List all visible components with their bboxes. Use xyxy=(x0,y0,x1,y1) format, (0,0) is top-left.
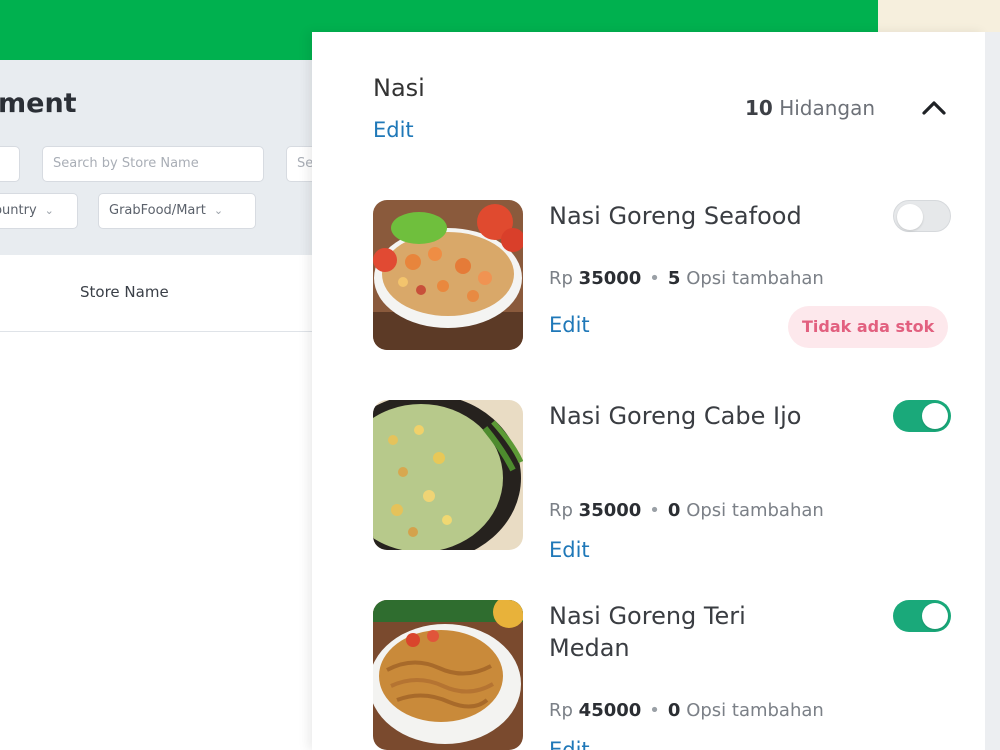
channel-filter[interactable]: GrabFood/Mart ⌄ xyxy=(98,193,256,229)
dish-name: Nasi Goreng Seafood xyxy=(549,202,802,230)
edit-dish-link[interactable]: Edit xyxy=(549,313,590,337)
dish-photo xyxy=(373,400,523,550)
search-input-partial[interactable] xyxy=(0,146,20,182)
availability-toggle[interactable] xyxy=(893,400,951,432)
out-of-stock-badge: Tidak ada stok xyxy=(788,306,949,348)
chevron-up-icon xyxy=(922,101,946,115)
column-store-name: Store Name xyxy=(80,283,169,301)
option-count: 5 xyxy=(667,268,681,289)
dish-count: 10 Hidangan xyxy=(745,96,875,120)
dish-item: Nasi Goreng Teri Medan Rp 45000 • 0 Opsi t… xyxy=(312,600,985,750)
dish-price: 45000 xyxy=(578,700,642,721)
dish-count-number: 10 xyxy=(745,96,773,120)
store-management-page: ment Search by Store Name Se Country⌄ Gr… xyxy=(0,60,346,750)
dish-meta: Rp 35000 • 0 Opsi tambahan xyxy=(549,500,824,521)
availability-toggle[interactable] xyxy=(893,600,951,632)
currency: Rp xyxy=(549,700,573,721)
dish-name: Nasi Goreng Cabe Ijo xyxy=(549,402,802,430)
chevron-down-icon: ⌄ xyxy=(44,204,54,217)
edit-dish-link[interactable]: Edit xyxy=(549,538,590,562)
dish-count-label: Hidangan xyxy=(779,96,876,120)
panel-scroll-gutter xyxy=(985,32,1000,750)
option-label: Opsi tambahan xyxy=(686,268,824,289)
chevron-down-icon: ⌄ xyxy=(213,204,224,217)
option-label: Opsi tambahan xyxy=(686,700,824,721)
category-name: Nasi xyxy=(373,74,425,102)
country-filter-label: Country xyxy=(0,203,37,218)
category-detail-panel: Nasi Edit 10 Hidangan Nasi Goreng Seafoo… xyxy=(312,32,985,750)
separator-dot: • xyxy=(649,268,660,289)
header-accent-strip xyxy=(878,0,1000,32)
table-header: Store Name xyxy=(0,255,320,332)
dish-photo xyxy=(373,600,523,750)
separator-dot: • xyxy=(649,700,660,721)
option-label: Opsi tambahan xyxy=(686,500,824,521)
currency: Rp xyxy=(549,500,573,521)
channel-filter-label: GrabFood/Mart xyxy=(109,203,206,218)
collapse-button[interactable] xyxy=(918,92,950,124)
edit-category-link[interactable]: Edit xyxy=(373,118,414,142)
edit-dish-link[interactable]: Edit xyxy=(549,738,590,750)
separator-dot: • xyxy=(649,500,660,521)
currency: Rp xyxy=(549,268,573,289)
dish-name: Nasi Goreng Teri Medan xyxy=(549,602,746,662)
availability-toggle[interactable] xyxy=(893,200,951,232)
dish-item: Nasi Goreng Cabe Ijo Rp 35000 • 0 Opsi tam… xyxy=(312,400,985,570)
page-title: ment xyxy=(0,88,77,119)
filter-header: ment Search by Store Name Se Country⌄ Gr… xyxy=(0,60,346,255)
dish-price: 35000 xyxy=(578,500,642,521)
option-count: 0 xyxy=(667,500,681,521)
toggle-knob xyxy=(922,603,948,629)
toggle-knob xyxy=(922,403,948,429)
search-store-input[interactable]: Search by Store Name xyxy=(42,146,264,182)
toggle-knob xyxy=(897,204,923,230)
dish-meta: Rp 35000 • 5 Opsi tambahan xyxy=(549,268,824,289)
country-filter[interactable]: Country ⌄ xyxy=(0,193,78,229)
option-count: 0 xyxy=(667,700,681,721)
dish-meta: Rp 45000 • 0 Opsi tambahan xyxy=(549,700,824,721)
dish-item: Nasi Goreng Seafood Rp 35000 • 5 Opsi tamb… xyxy=(312,200,985,370)
dish-price: 35000 xyxy=(578,268,642,289)
dish-photo xyxy=(373,200,523,350)
